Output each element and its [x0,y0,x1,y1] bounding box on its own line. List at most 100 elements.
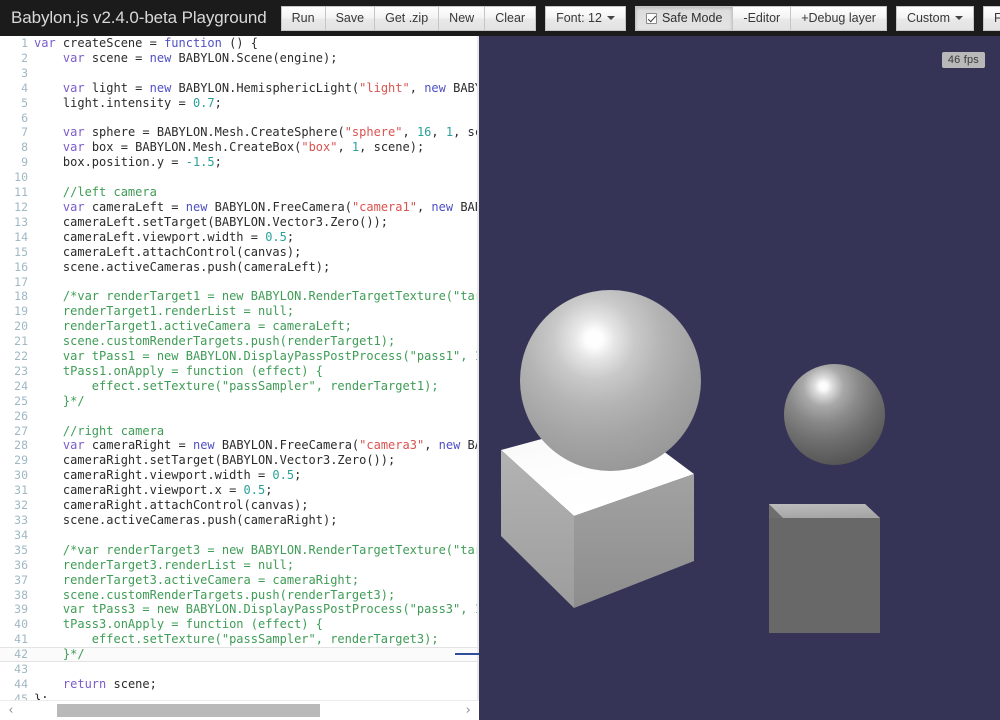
code-line[interactable]: 38 scene.customRenderTargets.push(render… [0,588,479,603]
code-line[interactable]: 27 //right camera [0,424,479,439]
code-line[interactable]: 25 }*/ [0,394,479,409]
code-text: }; [34,691,49,700]
line-number: 21 [14,334,28,349]
code-line[interactable]: 42 }*/ [0,647,479,663]
code-text: cameraRight.attachControl(canvas); [34,498,309,513]
box-body [769,518,880,633]
check-icon [645,12,657,24]
run-button[interactable]: Run [280,5,325,31]
code-line[interactable]: 26 [0,409,479,424]
right-viewport[interactable] [739,36,1000,720]
code-line[interactable]: 30 cameraRight.viewport.width = 0.5; [0,468,479,483]
font-size-dropdown[interactable]: Font: 12 [545,5,626,31]
code-line[interactable]: 16 scene.activeCameras.push(cameraLeft); [0,260,479,275]
code-line[interactable]: 13 cameraLeft.setTarget(BABYLON.Vector3.… [0,215,479,230]
code-line[interactable]: 7 var sphere = BABYLON.Mesh.CreateSphere… [0,125,479,140]
render-canvas[interactable]: 46 fps [479,36,1000,720]
code-line[interactable]: 14 cameraLeft.viewport.width = 0.5; [0,230,479,245]
code-line[interactable]: 9 box.position.y = -1.5; [0,155,479,170]
code-text: //right camera [34,423,165,438]
line-number: 10 [14,170,28,185]
safe-mode-toggle[interactable]: Safe Mode [634,5,733,31]
fullscreen-button[interactable]: Fullscreen [983,5,1000,31]
code-line[interactable]: 31 cameraRight.viewport.x = 0.5; [0,483,479,498]
code-line[interactable]: 36 renderTarget3.renderList = null; [0,558,479,573]
code-text: var tPass3 = new BABYLON.DisplayPassPost… [62,602,479,617]
line-number: 6 [21,110,28,125]
new-button[interactable]: New [438,5,485,31]
line-number: 36 [14,557,28,572]
code-editor[interactable]: 1 var createScene = function () {2 var sc… [0,36,479,720]
clear-button[interactable]: Clear [484,5,537,31]
code-line[interactable]: 10 [0,170,479,185]
code-line[interactable]: 21 scene.customRenderTargets.push(render… [0,334,479,349]
code-line[interactable]: 18 /*var renderTarget1 = new BABYLON.Ren… [0,289,479,304]
code-text: var box = BABYLON.Mesh.CreateBox("box", … [62,140,425,155]
code-text: scene.activeCameras.push(cameraLeft); [34,259,331,274]
line-number: 41 [14,632,28,647]
page-title: Babylon.js v2.4.0-beta Playground [11,8,267,27]
line-number: 44 [14,676,28,691]
code-line[interactable]: 32 cameraRight.attachControl(canvas); [0,498,479,513]
line-number: 32 [14,498,28,513]
line-number: 31 [14,483,28,498]
code-line[interactable]: 43 [0,662,479,677]
save-button[interactable]: Save [324,5,375,31]
code-line[interactable]: 24 effect.setTexture("passSampler", rend… [0,379,479,394]
playground-app: Babylon.js v2.4.0-beta Playground Run Sa… [0,0,1000,720]
code-line[interactable]: 39 var tPass3 = new BABYLON.DisplayPassP… [0,602,479,617]
line-number: 14 [14,229,28,244]
code-line[interactable]: 33 scene.activeCameras.push(cameraRight)… [0,513,479,528]
code-line[interactable]: 22 var tPass1 = new BABYLON.DisplayPassP… [0,349,479,364]
get-zip-button[interactable]: Get .zip [374,5,439,31]
code-line[interactable]: 3 [0,66,479,81]
line-number: 33 [14,513,28,527]
code-line[interactable]: 35 /*var renderTarget3 = new BABYLON.Ren… [0,543,479,558]
code-line[interactable]: 19 renderTarget1.renderList = null; [0,304,479,319]
line-number: 5 [21,95,28,110]
mode-button-group: Safe Mode -Editor +Debug layer [634,5,887,31]
code-line[interactable]: 40 tPass3.onApply = function (effect) { [0,617,479,632]
code-line[interactable]: 15 cameraLeft.attachControl(canvas); [0,245,479,260]
horizontal-scrollbar[interactable]: ‹ › [0,700,479,720]
code-line[interactable]: 6 [0,111,479,126]
code-text: tPass1.onApply = function (effect) { [34,363,323,378]
code-line[interactable]: 1 var createScene = function () { [0,36,479,51]
scroll-right-icon[interactable]: › [457,701,479,720]
code-line[interactable]: 8 var box = BABYLON.Mesh.CreateBox("box"… [0,140,479,155]
font-size-group: Font: 12 [545,5,626,31]
code-line[interactable]: 34 [0,528,479,543]
code-text: cameraLeft.setTarget(BABYLON.Vector3.Zer… [34,214,389,229]
line-number: 2 [21,50,28,65]
code-line[interactable]: 17 [0,275,479,290]
code-line[interactable]: 2 var scene = new BABYLON.Scene(engine); [0,51,479,66]
code-line[interactable]: 12 var cameraLeft = new BABYLON.FreeCame… [0,200,479,215]
editor-toggle-button[interactable]: -Editor [732,5,791,31]
code-line[interactable]: 5 light.intensity = 0.7; [0,96,479,111]
code-line[interactable]: 41 effect.setTexture("passSampler", rend… [0,632,479,647]
code-line[interactable]: 44 return scene; [0,677,479,692]
code-line[interactable]: 20 renderTarget1.activeCamera = cameraLe… [0,319,479,334]
scrollbar-thumb[interactable] [57,704,320,717]
line-number: 8 [21,140,28,155]
code-text: cameraLeft.attachControl(canvas); [34,244,302,259]
code-line[interactable]: 11 //left camera [0,185,479,200]
code-line[interactable]: 37 renderTarget3.activeCamera = cameraRi… [0,573,479,588]
code-lines-container[interactable]: 1 var createScene = function () {2 var sc… [0,36,479,700]
scroll-left-icon[interactable]: ‹ [0,701,22,720]
code-text: cameraRight.viewport.width = 0.5; [34,468,302,483]
code-line[interactable]: 4 var light = new BABYLON.HemisphericLig… [0,81,479,96]
debug-layer-button[interactable]: +Debug layer [790,5,887,31]
line-number: 15 [14,244,28,259]
code-line[interactable]: 45}; [0,692,479,700]
scrollbar-track[interactable] [22,704,457,717]
code-text: renderTarget1.renderList = null; [34,304,295,319]
left-viewport[interactable] [479,36,739,720]
custom-group: Custom [895,5,975,31]
custom-dropdown[interactable]: Custom [895,5,975,31]
font-size-label: Font: 12 [556,10,602,25]
code-line[interactable]: 29 cameraRight.setTarget(BABYLON.Vector3… [0,453,479,468]
code-line[interactable]: 23 tPass1.onApply = function (effect) { [0,364,479,379]
code-line[interactable]: 28 var cameraRight = new BABYLON.FreeCam… [0,438,479,453]
code-text: var cameraLeft = new BABYLON.FreeCamera(… [62,199,479,214]
